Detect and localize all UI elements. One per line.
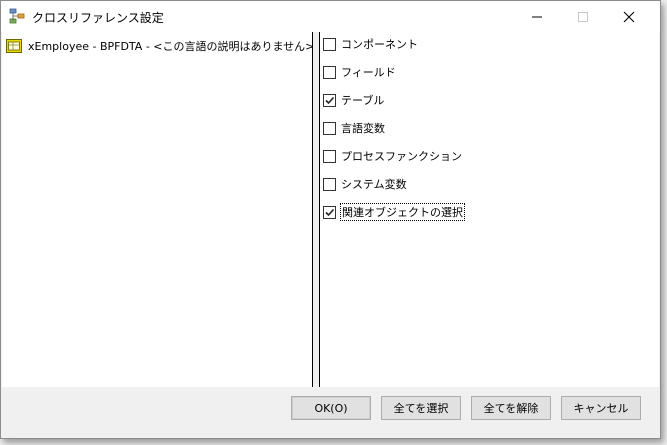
window-title: クロスリファレンス設定: [32, 11, 164, 25]
maximize-icon: [578, 11, 588, 22]
checkbox[interactable]: [323, 65, 336, 79]
checkbox[interactable]: [323, 93, 336, 107]
cross-reference-app-icon: [9, 8, 25, 24]
deselect-all-button[interactable]: 全てを解除: [471, 396, 551, 420]
checkmark-icon: [325, 96, 335, 104]
maximize-button[interactable]: [560, 1, 606, 32]
option-system-variable[interactable]: システム変数: [323, 177, 407, 191]
select-all-button[interactable]: 全てを選択: [381, 396, 461, 420]
option-related-objects[interactable]: 関連オブジェクトの選択: [323, 203, 465, 221]
option-label: テーブル: [341, 94, 385, 107]
option-label: システム変数: [341, 178, 407, 191]
checkbox[interactable]: [323, 149, 336, 163]
pane-splitter[interactable]: [312, 32, 320, 387]
tree-item-label: xEmployee - BPFDTA - <この言語の説明はありません>: [28, 40, 315, 53]
close-button[interactable]: [606, 1, 652, 32]
option-label: 関連オブジェクトの選択: [340, 203, 465, 221]
checkbox[interactable]: [323, 37, 336, 51]
option-label: フィールド: [341, 66, 396, 79]
option-language-variable[interactable]: 言語変数: [323, 121, 385, 135]
checkbox[interactable]: [323, 177, 336, 191]
option-process-function[interactable]: プロセスファンクション: [323, 149, 462, 163]
cross-reference-settings-dialog: クロスリファレンス設定 xEmployee - BPFDTA - <この言語の説…: [0, 0, 661, 439]
option-component[interactable]: コンポーネント: [323, 37, 418, 51]
option-label: コンポーネント: [341, 38, 418, 51]
option-field[interactable]: フィールド: [323, 65, 396, 79]
options-pane: コンポーネント フィールド テーブル 言語変数 プロセスファンクション システム…: [320, 32, 659, 387]
close-icon: [623, 11, 635, 22]
option-label: プロセスファンクション: [341, 150, 462, 163]
title-bar: クロスリファレンス設定: [1, 1, 660, 32]
option-table[interactable]: テーブル: [323, 93, 384, 107]
cancel-button[interactable]: キャンセル: [561, 396, 641, 420]
minimize-icon: [532, 16, 542, 17]
checkmark-icon: [325, 208, 335, 216]
ok-button[interactable]: OK(O): [291, 396, 371, 420]
tree-item-xemployee[interactable]: xEmployee - BPFDTA - <この言語の説明はありません>: [6, 38, 314, 54]
option-label: 言語変数: [341, 122, 385, 135]
checkbox[interactable]: [323, 121, 336, 135]
minimize-button[interactable]: [514, 1, 560, 32]
object-tree[interactable]: xEmployee - BPFDTA - <この言語の説明はありません>: [2, 32, 314, 387]
checkbox[interactable]: [323, 205, 336, 219]
file-object-icon: [6, 39, 22, 53]
